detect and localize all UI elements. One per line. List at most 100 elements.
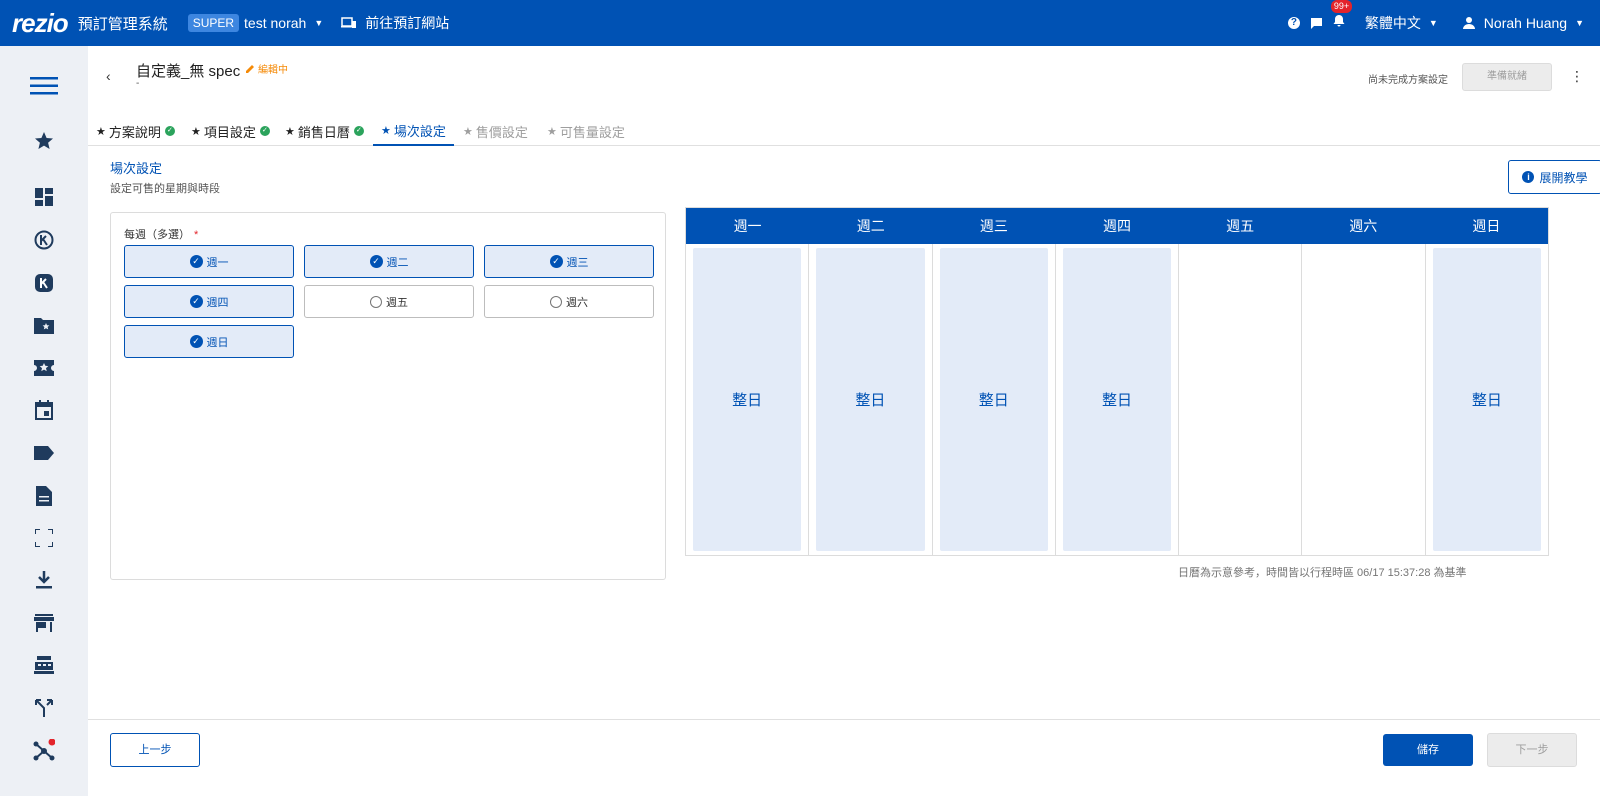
calendar-header-day: 週二 [856, 218, 885, 234]
chevron-down-icon[interactable]: ▼ [1575, 18, 1584, 28]
day-option-sat[interactable]: 週六 [484, 285, 654, 318]
calendar-header-day: 週四 [1102, 218, 1131, 234]
day-label: 週四 [206, 296, 229, 309]
check-circle-icon: ✓ [189, 295, 203, 308]
full-day-slot[interactable]: 整日 [693, 248, 802, 551]
rezio-logo[interactable]: rezio [12, 8, 69, 39]
site-link-label: 前往預訂網站 [365, 15, 450, 31]
weekday-label-text: 每週（多選） [124, 229, 190, 241]
day-label: 週五 [386, 296, 408, 309]
calendar-column: 整日 [933, 244, 1056, 555]
full-day-slot[interactable]: 整日 [1432, 248, 1541, 551]
weekday-label: 每週（多選） * [124, 226, 198, 242]
full-day-slot[interactable]: 整日 [939, 248, 1048, 551]
star-icon: ★ [463, 125, 473, 138]
section-description: 設定可售的星期與時段 [110, 183, 220, 195]
expand-tutorial-button[interactable]: i 展開教學 [1508, 160, 1600, 194]
full-day-slot[interactable]: 整日 [816, 248, 925, 551]
calendar-header-day: 週一 [733, 218, 762, 234]
tab-session-settings[interactable]: ★ 場次設定 [373, 116, 454, 146]
day-option-thu[interactable]: ✓ 週四 [124, 285, 294, 318]
tab-label: 場次設定 [393, 123, 446, 139]
ticket-star-icon[interactable] [33, 357, 55, 379]
tab-item-settings[interactable]: ★ 項目設定 ✓ [191, 116, 270, 146]
fullscreen-icon[interactable] [33, 527, 55, 549]
calendar-column: 整日 [1426, 244, 1548, 555]
ready-button[interactable]: 準備就緒 [1462, 63, 1552, 91]
menu-icon[interactable] [30, 75, 58, 97]
notification-count-badge: 99+ [1330, 0, 1353, 13]
plan-subtitle: - [136, 78, 140, 89]
devices-icon [341, 17, 357, 28]
calendar-header-day: 週五 [1226, 218, 1255, 234]
day-option-fri[interactable]: 週五 [304, 285, 474, 318]
tab-price-settings[interactable]: ★ 售價設定 [463, 116, 528, 146]
plan-title: 自定義_無 spec [136, 63, 241, 80]
language-selector[interactable]: 繁體中文 [1365, 13, 1421, 33]
document-icon[interactable] [33, 485, 55, 507]
tag-icon[interactable] [33, 442, 55, 464]
split-icon[interactable] [33, 697, 55, 719]
day-label: 週一 [206, 256, 229, 269]
go-to-booking-site-link[interactable]: 前往預訂網站 [341, 13, 449, 33]
check-circle-icon: ✓ [353, 126, 364, 136]
user-menu[interactable]: Norah Huang [1462, 15, 1567, 31]
calendar-header-day: 週日 [1472, 218, 1501, 234]
org-switcher[interactable]: test norah [244, 15, 306, 31]
incomplete-notice: 尚未完成方案設定 [1368, 75, 1448, 86]
previous-step-button[interactable]: 上一步 [110, 733, 200, 767]
chevron-down-icon[interactable]: ▼ [314, 18, 323, 28]
chevron-down-icon[interactable]: ▼ [1429, 18, 1438, 28]
tab-label: 售價設定 [475, 124, 528, 140]
back-button[interactable]: ‹ [106, 68, 111, 84]
cashier-icon[interactable] [33, 654, 55, 676]
tab-sales-calendar[interactable]: ★ 銷售日曆 ✓ [285, 116, 364, 146]
system-title: 預訂管理系統 [77, 15, 168, 33]
star-icon[interactable] [33, 130, 55, 152]
calendar-icon[interactable] [33, 399, 55, 421]
day-label: 週二 [386, 256, 409, 269]
network-icon[interactable] [33, 739, 55, 761]
more-options-icon[interactable]: ⋮ [1570, 69, 1584, 83]
sidebar [0, 46, 88, 796]
star-icon: ★ [191, 125, 201, 138]
tutorial-label: 展開教學 [1539, 170, 1588, 185]
next-step-button[interactable]: 下一步 [1487, 733, 1577, 767]
day-option-mon[interactable]: ✓ 週一 [124, 245, 294, 278]
calendar-header: 週一 週二 週三 週四 週五 週六 週日 [686, 208, 1548, 244]
full-day-slot[interactable]: 整日 [1062, 248, 1172, 551]
notifications-button[interactable]: 99+ [1330, 0, 1353, 32]
tab-plan-description[interactable]: ★ 方案說明 ✓ [96, 116, 175, 146]
day-option-sun[interactable]: ✓ 週日 [124, 325, 294, 358]
calendar-header-day: 週六 [1349, 218, 1378, 234]
calendar-column [1302, 244, 1426, 555]
star-icon: ★ [381, 124, 391, 137]
weekday-selector-panel: 每週（多選） * ✓ 週一 ✓ 週二 ✓ 週三 ✓ 週四 週五 週六 ✓ 週日 [110, 212, 666, 580]
chat-icon[interactable] [1310, 17, 1323, 30]
tab-inventory-settings[interactable]: ★ 可售量設定 [547, 116, 625, 146]
calendar-column [1179, 244, 1303, 555]
tab-label: 方案說明 [108, 124, 161, 140]
store-icon[interactable] [33, 612, 55, 634]
tab-label: 項目設定 [203, 124, 256, 140]
help-icon[interactable]: ? [1287, 17, 1300, 29]
folder-star-icon[interactable] [33, 314, 55, 336]
step-tabs: ★ 方案說明 ✓ ★ 項目設定 ✓ ★ 銷售日曆 ✓ ★ 場次設定 ★ 售價設定… [88, 114, 1600, 146]
check-circle-icon: ✓ [259, 126, 270, 136]
pencil-icon [246, 65, 254, 73]
star-icon: ★ [285, 125, 295, 138]
main-content: ‹ 自定義_無 spec 編輯中 - 尚未完成方案設定 準備就緒 ⋮ ★ 方案說… [88, 46, 1600, 796]
day-option-wed[interactable]: ✓ 週三 [484, 245, 654, 278]
calendar-body: 整日 整日 整日 整日 整日 [686, 244, 1548, 555]
day-label: 週日 [206, 336, 229, 349]
day-option-tue[interactable]: ✓ 週二 [304, 245, 474, 278]
info-icon: i [1522, 171, 1535, 183]
dashboard-icon[interactable] [33, 186, 55, 208]
calendar-header-day: 週三 [979, 218, 1008, 234]
save-button[interactable]: 儲存 [1383, 734, 1473, 766]
k-circle-icon[interactable] [33, 229, 55, 251]
check-circle-icon: ✓ [369, 255, 383, 268]
download-icon[interactable] [33, 569, 55, 591]
calendar-column: 整日 [809, 244, 933, 555]
k-square-icon[interactable] [33, 272, 55, 294]
